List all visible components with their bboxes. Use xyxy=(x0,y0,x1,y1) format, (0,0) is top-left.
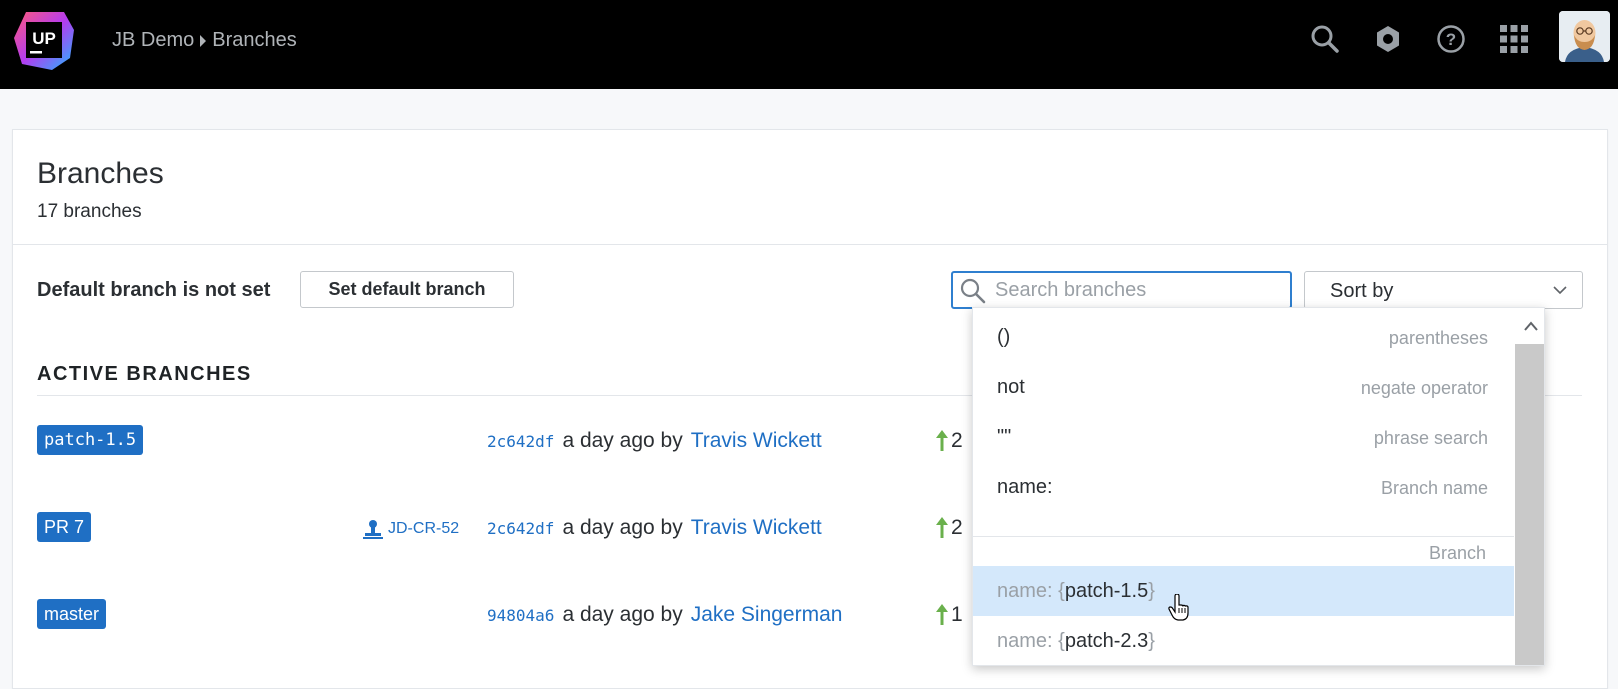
commits-ahead: 2 xyxy=(935,429,963,453)
section-title-active-branches: ACTIVE BRANCHES xyxy=(37,363,252,385)
suggestion-value-text: name: {patch-1.5} xyxy=(997,580,1155,602)
breadcrumb: JB Demo Branches xyxy=(112,29,297,52)
dropdown-scrollbar[interactable] xyxy=(1515,308,1544,665)
top-navigation-bar: UP JB Demo Branches ? xyxy=(0,0,1618,89)
commits-ahead-count: 2 xyxy=(951,429,963,452)
suggestion-parentheses[interactable]: () parentheses xyxy=(973,312,1514,362)
sort-by-select[interactable]: Sort by xyxy=(1304,271,1583,309)
review-stamp-icon xyxy=(363,520,383,539)
commit-info: 94804a6 a day ago by Jake Singerman xyxy=(487,603,842,627)
page-title: Branches xyxy=(37,157,164,190)
suggestion-key: name: xyxy=(997,476,1053,498)
suggestion-phrase[interactable]: "" phrase search xyxy=(973,412,1514,462)
search-icon xyxy=(959,277,987,305)
scrollbar-thumb[interactable] xyxy=(1515,344,1544,665)
commits-ahead-count: 1 xyxy=(951,603,963,626)
commit-author[interactable]: Jake Singerman xyxy=(691,603,843,627)
commits-ahead: 1 xyxy=(935,603,963,627)
commits-ahead-count: 2 xyxy=(951,516,963,539)
apps-grid-icon[interactable] xyxy=(1497,22,1531,56)
commit-author[interactable]: Travis Wickett xyxy=(691,516,822,540)
commit-time: a day ago by xyxy=(562,429,683,452)
suggestion-description: phrase search xyxy=(1373,428,1488,448)
user-avatar[interactable] xyxy=(1559,11,1610,62)
branch-count: 17 branches xyxy=(37,201,142,222)
settings-icon[interactable] xyxy=(1371,22,1405,56)
commit-time: a day ago by xyxy=(562,603,683,626)
youtrack-upsource-logo-icon[interactable]: UP xyxy=(12,8,76,72)
breadcrumb-page[interactable]: Branches xyxy=(212,29,297,52)
branch-tag[interactable]: PR 7 xyxy=(37,512,92,542)
branch-tag[interactable]: patch-1.5 xyxy=(37,425,144,455)
suggestion-description: Branch name xyxy=(1380,478,1488,498)
suggestion-not[interactable]: not negate operator xyxy=(973,362,1514,412)
commits-ahead: 2 xyxy=(935,516,963,540)
suggestion-value-text: name: {patch-2.3} xyxy=(997,630,1155,652)
arrow-up-icon xyxy=(936,517,948,538)
commit-info: 2c642df a day ago by Travis Wickett xyxy=(487,516,822,540)
branch-row: patch-1.5 2c642df a day ago by Travis Wi… xyxy=(37,419,1037,459)
search-input[interactable] xyxy=(995,273,1285,307)
commit-time: a day ago by xyxy=(562,516,683,539)
suggestion-key: "" xyxy=(997,426,1012,448)
suggestion-value-patch-1-5[interactable]: name: {patch-1.5} xyxy=(973,566,1514,616)
suggestion-value-patch-2-3[interactable]: name: {patch-2.3} xyxy=(973,616,1514,665)
suggestion-key: () xyxy=(997,326,1011,348)
svg-text:?: ? xyxy=(1446,30,1456,49)
chevron-down-icon xyxy=(1552,282,1568,298)
set-default-branch-button[interactable]: Set default branch xyxy=(300,271,514,308)
breadcrumb-project[interactable]: JB Demo xyxy=(112,29,194,52)
commit-hash[interactable]: 2c642df xyxy=(487,432,554,451)
commit-hash[interactable]: 2c642df xyxy=(487,519,554,538)
svg-text:UP: UP xyxy=(32,29,56,48)
review-link[interactable]: JD-CR-52 xyxy=(362,518,459,540)
sort-by-label: Sort by xyxy=(1330,280,1394,302)
suggestion-group-label: Branch xyxy=(1428,543,1486,563)
commit-author[interactable]: Travis Wickett xyxy=(691,429,822,453)
help-icon[interactable]: ? xyxy=(1434,22,1468,56)
suggestion-description: negate operator xyxy=(1360,378,1488,398)
divider xyxy=(13,244,1607,245)
suggestion-description: parentheses xyxy=(1388,328,1488,348)
branch-tag[interactable]: master xyxy=(37,599,107,629)
search-suggestions-dropdown: () parentheses not negate operator "" ph… xyxy=(972,307,1545,666)
search-branches-field[interactable] xyxy=(951,271,1292,309)
commit-hash[interactable]: 94804a6 xyxy=(487,606,554,625)
search-icon[interactable] xyxy=(1308,22,1342,56)
branch-row: master 94804a6 a day ago by Jake Singerm… xyxy=(37,593,1037,633)
hand-pointer-cursor-icon xyxy=(1168,593,1190,622)
suggestion-name[interactable]: name: Branch name xyxy=(973,462,1514,512)
review-id[interactable]: JD-CR-52 xyxy=(388,520,459,538)
branch-row: PR 7 JD-CR-52 2c642df a day ago by Travi… xyxy=(37,506,1037,546)
default-branch-status: Default branch is not set xyxy=(37,279,271,301)
arrow-up-icon xyxy=(936,430,948,451)
arrow-up-icon xyxy=(936,604,948,625)
chevron-up-icon[interactable] xyxy=(1515,308,1544,344)
breadcrumb-separator-icon xyxy=(200,34,207,47)
suggestion-key: not xyxy=(997,376,1025,398)
divider xyxy=(973,536,1514,537)
commit-info: 2c642df a day ago by Travis Wickett xyxy=(487,429,822,453)
